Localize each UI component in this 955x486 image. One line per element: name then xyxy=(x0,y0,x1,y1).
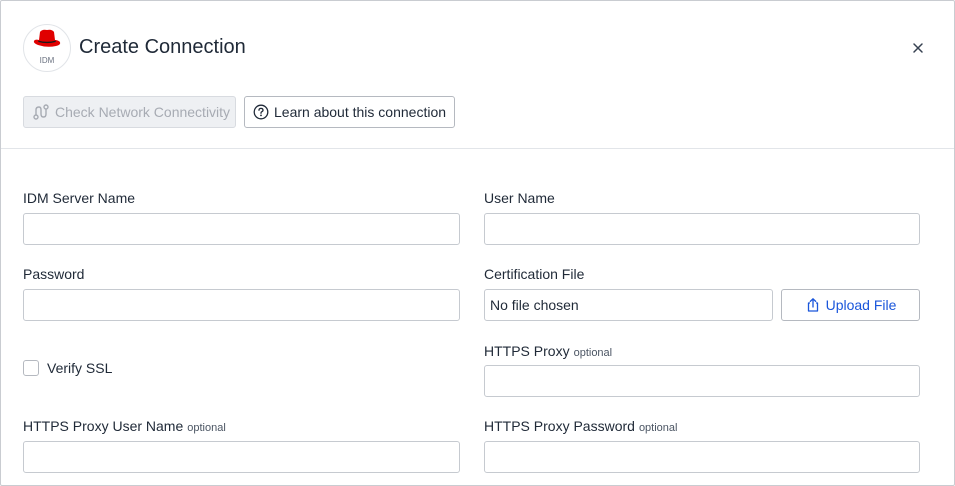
route-icon xyxy=(32,103,50,121)
learn-label: Learn about this connection xyxy=(274,104,447,120)
optional-tag: optional xyxy=(187,422,226,434)
check-network-label: Check Network Connectivity xyxy=(55,104,231,120)
close-button[interactable] xyxy=(907,37,929,59)
optional-tag: optional xyxy=(573,347,613,359)
file-status-text: No file chosen xyxy=(490,297,579,313)
upload-file-button[interactable]: Upload File xyxy=(781,289,920,321)
learn-about-connection-button[interactable]: Learn about this connection xyxy=(244,96,455,128)
https-proxy-password-label: HTTPS Proxy Password optional xyxy=(484,418,677,434)
https-proxy-password-label-text: HTTPS Proxy Password xyxy=(484,418,635,434)
idm-server-name-label: IDM Server Name xyxy=(23,190,136,206)
idm-server-name-input[interactable] xyxy=(23,213,460,245)
https-proxy-user-name-input[interactable] xyxy=(23,441,460,473)
dialog-title: Create Connection xyxy=(79,36,246,58)
certification-file-label: Certification File xyxy=(484,266,585,282)
https-proxy-label: HTTPS Proxy optional xyxy=(484,343,612,359)
https-proxy-user-name-label: HTTPS Proxy User Name optional xyxy=(23,418,226,434)
user-name-label: User Name xyxy=(484,190,555,206)
password-input[interactable] xyxy=(23,289,460,321)
optional-tag: optional xyxy=(638,422,678,434)
idm-logo: IDM xyxy=(23,24,71,72)
user-name-input[interactable] xyxy=(484,213,920,245)
upload-file-label: Upload File xyxy=(825,297,897,313)
logo-text: IDM xyxy=(39,56,55,65)
create-connection-dialog: IDM Create Connection Check Network Conn… xyxy=(0,0,955,486)
upload-icon xyxy=(805,297,821,313)
https-proxy-input[interactable] xyxy=(484,365,920,397)
close-icon xyxy=(913,43,923,53)
help-circle-icon xyxy=(253,104,269,120)
https-proxy-password-input[interactable] xyxy=(484,441,920,473)
https-proxy-label-text: HTTPS Proxy xyxy=(484,343,570,359)
password-label: Password xyxy=(23,266,85,282)
certification-file-field: No file chosen xyxy=(484,289,773,321)
check-network-connectivity-button[interactable]: Check Network Connectivity xyxy=(23,96,236,128)
verify-ssl-checkbox[interactable] xyxy=(23,360,39,376)
red-hat-fedora-icon xyxy=(33,29,61,47)
https-proxy-user-name-label-text: HTTPS Proxy User Name xyxy=(23,418,184,434)
header-divider xyxy=(1,148,954,149)
verify-ssl-label: Verify SSL xyxy=(47,360,113,376)
